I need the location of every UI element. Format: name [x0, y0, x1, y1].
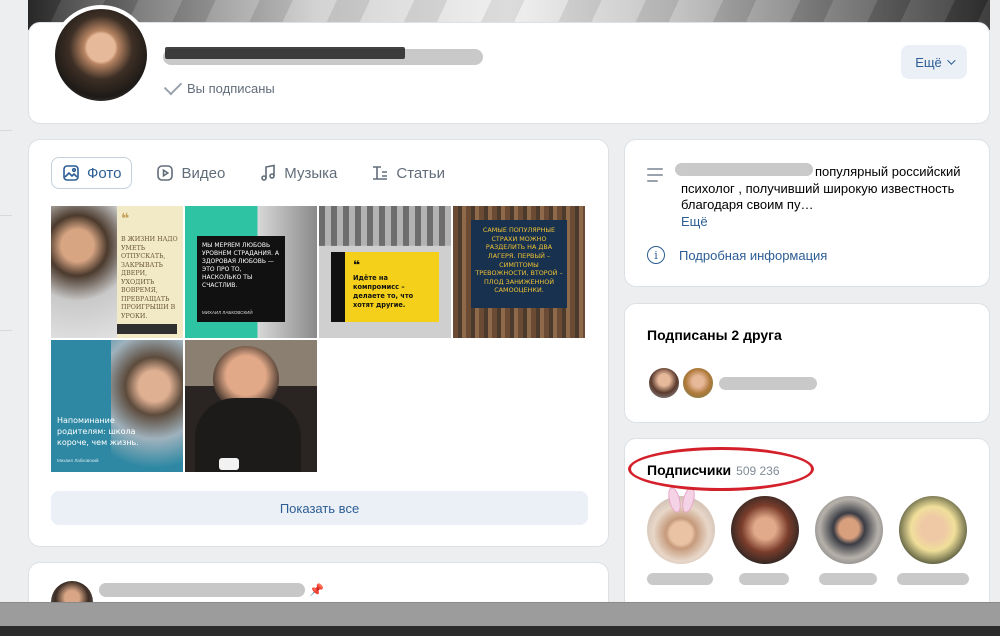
about-section: популярный российский психолог , получив…	[624, 139, 990, 287]
more-button-label: Ещё	[915, 54, 942, 70]
photo-thumbnail[interactable]: Самые популярные страхи можно разделить …	[453, 206, 585, 338]
details-link-label: Подробная информация	[679, 247, 828, 263]
check-icon	[163, 76, 183, 95]
tab-photo-label: Фото	[87, 164, 122, 182]
subscribed-label: Вы подписаны	[187, 81, 275, 96]
subscribers-section: Подписчики 509 236	[624, 438, 990, 618]
post-author-blurred	[99, 583, 305, 597]
subscriber-name-blurred	[897, 573, 969, 585]
text-lines-icon	[647, 168, 663, 186]
subscriber-avatar[interactable]	[815, 496, 883, 564]
tab-photo[interactable]: Фото	[51, 157, 133, 189]
photo-thumbnail[interactable]: Мы меряем любовь уровнем страдания. А зд…	[185, 206, 317, 338]
photo-quote: Мы меряем любовь уровнем страдания. А зд…	[202, 242, 279, 290]
subscriber-avatar[interactable]	[731, 496, 799, 564]
photo-quote: Идёте на компромисс – делаете то, что хо…	[353, 274, 414, 309]
show-all-button[interactable]: Показать все	[51, 491, 588, 525]
info-icon: i	[647, 246, 665, 264]
tab-video-label: Видео	[181, 164, 226, 182]
media-tabs: Фото Видео Музыка Статьи	[51, 157, 455, 189]
profile-name-redacted	[165, 47, 405, 59]
friend-names-blurred	[719, 377, 817, 390]
subscriber-name-blurred	[739, 573, 789, 585]
music-icon	[261, 164, 276, 181]
friends-section: Подписаны 2 друга	[624, 303, 990, 423]
profile-avatar[interactable]	[51, 5, 151, 105]
about-more-link[interactable]: Ещё	[681, 214, 708, 229]
photo-thumbnail[interactable]: ❝ В жизни надо уметь отпускать, закрыват…	[51, 206, 183, 338]
about-text: популярный российский психолог , получив…	[681, 164, 961, 212]
tab-music-label: Музыка	[284, 164, 338, 182]
pin-icon: 📌	[309, 583, 324, 597]
photo-icon	[63, 165, 79, 181]
photo-thumbnail[interactable]: ❝ Идёте на компромисс – делаете то, что …	[319, 206, 451, 338]
photo-author: Михаил Лабковский	[57, 458, 99, 463]
tab-video[interactable]: Видео	[146, 157, 235, 189]
bunny-ears-decoration	[669, 487, 693, 511]
tab-music[interactable]: Музыка	[249, 157, 347, 189]
articles-icon	[373, 166, 388, 180]
subscribers-count: 509 236	[736, 464, 780, 478]
subscriber-name-blurred	[819, 573, 877, 585]
subscriber-name-blurred	[647, 573, 713, 585]
left-edge-lines	[0, 0, 12, 636]
chevron-down-icon	[946, 56, 956, 65]
subscribers-title[interactable]: Подписчики 509 236	[647, 462, 780, 478]
video-icon	[157, 165, 174, 181]
subscriber-avatar[interactable]	[899, 496, 967, 564]
more-button[interactable]: Ещё	[901, 45, 967, 79]
photo-thumbnail[interactable]: Напоминание родителям: школа короче, чем…	[51, 340, 183, 472]
photo-author: Михаил Лабковский	[202, 310, 253, 315]
os-taskbar	[0, 626, 1000, 636]
photo-thumbnail[interactable]	[185, 340, 317, 472]
photo-quote: Самые популярные страхи можно разделить …	[475, 226, 563, 295]
details-link[interactable]: i Подробная информация	[647, 246, 827, 264]
media-section: Фото Видео Музыка Статьи ❝ В жизни надо …	[28, 139, 609, 547]
friend-avatar[interactable]	[681, 366, 715, 400]
friends-title[interactable]: Подписаны 2 друга	[647, 327, 782, 343]
profile-header: Вы подписаны Ещё	[28, 5, 990, 124]
tab-articles[interactable]: Статьи	[361, 157, 455, 189]
photo-quote: В жизни надо уметь отпускать, закрывать …	[121, 236, 178, 320]
friend-avatar[interactable]	[647, 366, 681, 400]
photo-quote: Напоминание родителям: школа короче, чем…	[57, 416, 139, 447]
subscribed-status[interactable]: Вы подписаны	[163, 76, 275, 96]
tab-articles-label: Статьи	[396, 164, 445, 182]
subscribers-title-label: Подписчики	[647, 462, 732, 478]
